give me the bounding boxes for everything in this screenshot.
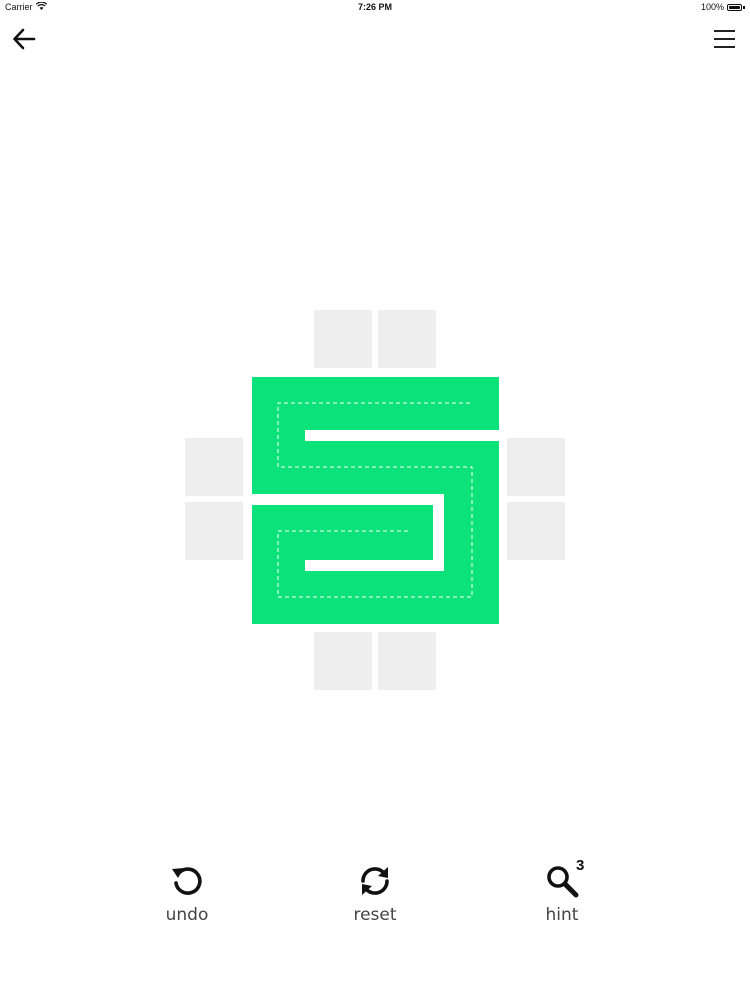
hint-button[interactable]: 3 hint — [512, 855, 612, 935]
arrow-left-icon — [13, 28, 36, 50]
battery-percent: 100% — [700, 2, 724, 12]
channel-upper — [305, 430, 499, 441]
battery-icon — [727, 3, 742, 11]
undo-icon-wrap — [137, 855, 237, 899]
undo-label: undo — [165, 905, 209, 925]
reset-label: reset — [353, 905, 397, 925]
empty-tile-bottom-right[interactable] — [378, 632, 436, 690]
empty-tile-right-upper[interactable] — [507, 438, 565, 496]
battery-cap — [743, 5, 745, 9]
empty-tile-left-upper[interactable] — [185, 438, 243, 496]
channel-middle — [252, 494, 444, 505]
channel-lower — [305, 560, 444, 571]
menu-button[interactable] — [710, 26, 740, 54]
empty-tile-top-left[interactable] — [314, 310, 372, 368]
status-bar: Carrier 7:26 PM 100% — [0, 0, 750, 16]
refresh-icon — [361, 867, 389, 895]
back-button[interactable] — [10, 26, 40, 54]
hint-label: hint — [545, 905, 579, 925]
reset-icon-wrap — [325, 855, 425, 899]
reset-button[interactable]: reset — [325, 855, 425, 935]
magnifier-icon — [547, 866, 579, 898]
status-time: 7:26 PM — [357, 2, 392, 12]
empty-tile-left-lower[interactable] — [185, 502, 243, 560]
hamburger-menu-icon — [714, 30, 735, 48]
empty-tile-right-lower[interactable] — [507, 502, 565, 560]
battery-fill — [729, 5, 740, 9]
undo-button[interactable]: undo — [137, 855, 237, 935]
undo-icon — [172, 867, 202, 895]
empty-tile-top-right[interactable] — [378, 310, 436, 368]
hint-count-badge: 3 — [576, 857, 585, 874]
hint-icon-wrap: 3 — [512, 855, 612, 899]
empty-tile-bottom-left[interactable] — [314, 632, 372, 690]
battery-indicator: 100% — [701, 2, 745, 12]
puzzle-board[interactable] — [180, 305, 570, 695]
